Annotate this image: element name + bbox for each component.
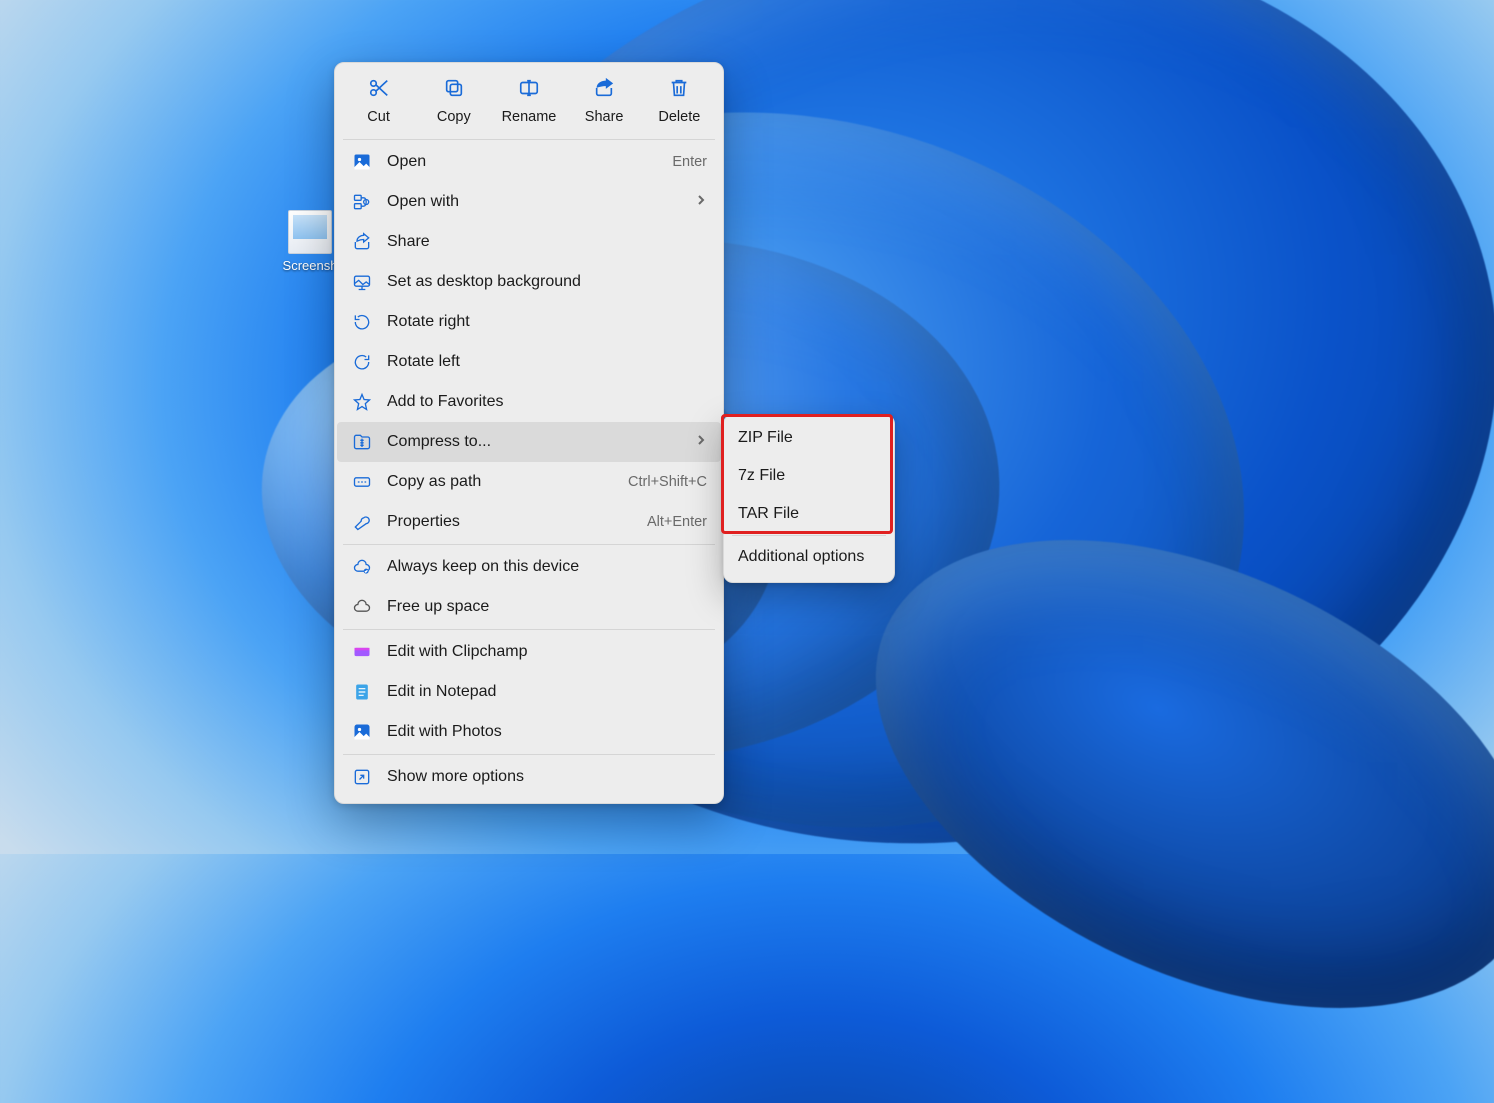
menu-rotate-right[interactable]: Rotate right: [337, 302, 721, 342]
copy-icon: [443, 77, 465, 103]
menu-label: Properties: [387, 513, 633, 531]
menu-label: Set as desktop background: [387, 273, 707, 291]
delete-button[interactable]: Delete: [646, 73, 712, 129]
open-with-icon: [351, 191, 373, 213]
menu-label: Rotate right: [387, 313, 707, 331]
context-toolbar: Cut Copy Rename Share Delete: [335, 63, 723, 137]
separator: [343, 544, 715, 545]
path-icon: [351, 471, 373, 493]
separator: [343, 629, 715, 630]
menu-edit-notepad[interactable]: Edit in Notepad: [337, 672, 721, 712]
menu-label: Copy as path: [387, 473, 614, 491]
menu-edit-photos[interactable]: Edit with Photos: [337, 712, 721, 752]
button-label: Rename: [502, 109, 557, 125]
menu-show-more-options[interactable]: Show more options: [337, 757, 721, 797]
cloud-icon: [351, 596, 373, 618]
context-menu: Cut Copy Rename Share Delete: [334, 62, 724, 804]
menu-properties[interactable]: Properties Alt+Enter: [337, 502, 721, 542]
separator: [343, 754, 715, 755]
wrench-icon: [351, 511, 373, 533]
menu-copy-as-path[interactable]: Copy as path Ctrl+Shift+C: [337, 462, 721, 502]
menu-label: Add to Favorites: [387, 393, 707, 411]
compress-submenu: ZIP File 7z File TAR File Additional opt…: [723, 414, 895, 583]
button-label: Delete: [658, 109, 700, 125]
menu-label: Always keep on this device: [387, 558, 707, 576]
photos-icon: [351, 721, 373, 743]
share-button[interactable]: Share: [571, 73, 637, 129]
separator: [343, 139, 715, 140]
menu-label: Free up space: [387, 598, 707, 616]
button-label: Copy: [437, 109, 471, 125]
archive-icon: [351, 431, 373, 453]
submenu-label: 7z File: [738, 467, 785, 485]
menu-label: Open with: [387, 193, 681, 211]
rotate-right-icon: [351, 311, 373, 333]
submenu-additional-options[interactable]: Additional options: [724, 538, 894, 576]
separator: [732, 535, 886, 536]
submenu-zip-file[interactable]: ZIP File: [724, 419, 894, 457]
menu-label: Edit in Notepad: [387, 683, 707, 701]
menu-label: Show more options: [387, 768, 707, 786]
menu-set-desktop-background[interactable]: Set as desktop background: [337, 262, 721, 302]
copy-button[interactable]: Copy: [421, 73, 487, 129]
menu-label: Edit with Clipchamp: [387, 643, 707, 661]
button-label: Share: [585, 109, 624, 125]
trash-icon: [668, 77, 690, 103]
menu-compress-to[interactable]: Compress to...: [337, 422, 721, 462]
submenu-7z-file[interactable]: 7z File: [724, 457, 894, 495]
file-label: Screensh: [280, 258, 340, 273]
file-thumbnail-icon: [288, 210, 332, 254]
submenu-label: Additional options: [738, 548, 864, 566]
cut-button[interactable]: Cut: [346, 73, 412, 129]
desktop-bg-icon: [351, 271, 373, 293]
star-icon: [351, 391, 373, 413]
shortcut-hint: Ctrl+Shift+C: [628, 474, 707, 490]
image-icon: [351, 151, 373, 173]
menu-edit-clipchamp[interactable]: Edit with Clipchamp: [337, 632, 721, 672]
menu-always-keep-on-device[interactable]: Always keep on this device: [337, 547, 721, 587]
menu-add-favorites[interactable]: Add to Favorites: [337, 382, 721, 422]
submenu-label: TAR File: [738, 505, 799, 523]
rename-button[interactable]: Rename: [496, 73, 562, 129]
notepad-icon: [351, 681, 373, 703]
rename-icon: [518, 77, 540, 103]
chevron-right-icon: [695, 433, 707, 451]
menu-free-up-space[interactable]: Free up space: [337, 587, 721, 627]
rotate-left-icon: [351, 351, 373, 373]
menu-label: Open: [387, 153, 658, 171]
submenu-tar-file[interactable]: TAR File: [724, 495, 894, 533]
shortcut-hint: Enter: [672, 154, 707, 170]
clipchamp-icon: [351, 641, 373, 663]
menu-open-with[interactable]: Open with: [337, 182, 721, 222]
menu-rotate-left[interactable]: Rotate left: [337, 342, 721, 382]
menu-open[interactable]: Open Enter: [337, 142, 721, 182]
menu-label: Rotate left: [387, 353, 707, 371]
scissors-icon: [368, 77, 390, 103]
submenu-label: ZIP File: [738, 429, 793, 447]
menu-share[interactable]: Share: [337, 222, 721, 262]
menu-label: Compress to...: [387, 433, 681, 451]
share-arrow-icon: [593, 77, 615, 103]
cloud-sync-icon: [351, 556, 373, 578]
menu-label: Edit with Photos: [387, 723, 707, 741]
button-label: Cut: [367, 109, 390, 125]
desktop-file-icon[interactable]: Screensh: [280, 210, 340, 273]
chevron-right-icon: [695, 193, 707, 211]
shortcut-hint: Alt+Enter: [647, 514, 707, 530]
menu-label: Share: [387, 233, 707, 251]
share-icon: [351, 231, 373, 253]
expand-icon: [351, 766, 373, 788]
